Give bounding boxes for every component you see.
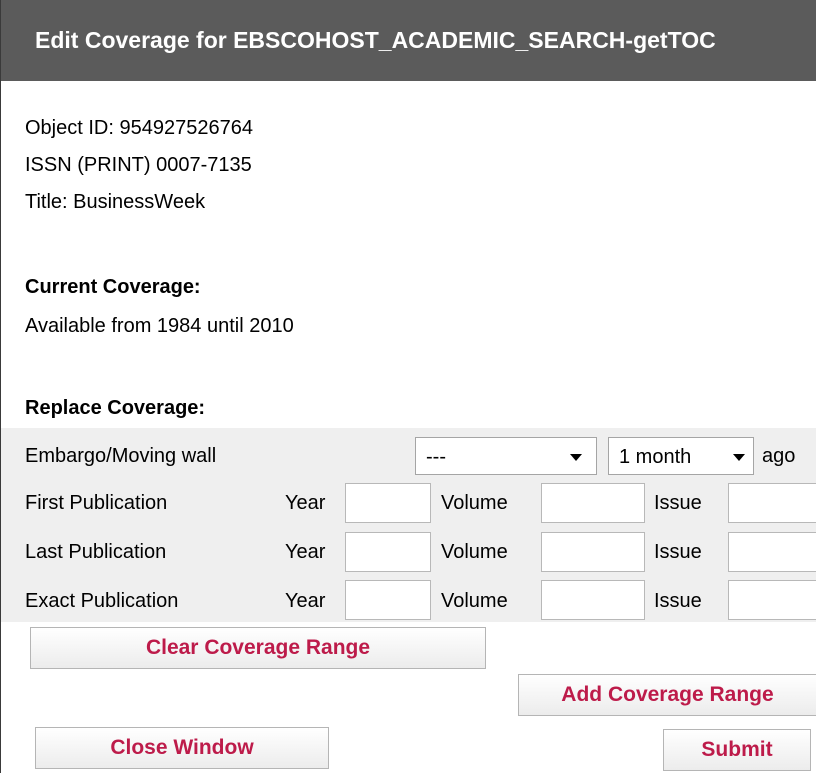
first-volume-input[interactable] — [541, 483, 645, 523]
embargo-suffix: ago — [762, 445, 796, 467]
exact-volume-label: Volume — [441, 590, 508, 612]
window-title-bar: Edit Coverage for EBSCOHOST_ACADEMIC_SEA… — [1, 0, 816, 81]
first-publication-label: First Publication — [25, 492, 168, 514]
embargo-period-select[interactable]: 1 month — [608, 437, 754, 475]
embargo-period-value: 1 month — [619, 446, 692, 468]
embargo-label: Embargo/Moving wall — [25, 445, 217, 467]
replace-coverage-heading: Replace Coverage: — [25, 397, 206, 419]
exact-year-label: Year — [285, 590, 326, 612]
last-volume-label: Volume — [441, 541, 508, 563]
first-issue-label: Issue — [654, 492, 702, 514]
clear-coverage-range-button[interactable]: Clear Coverage Range — [30, 627, 486, 669]
embargo-select-value: --- — [426, 446, 446, 468]
window-title: Edit Coverage for EBSCOHOST_ACADEMIC_SEA… — [35, 27, 716, 53]
last-issue-label: Issue — [654, 541, 702, 563]
first-volume-label: Volume — [441, 492, 508, 514]
exact-publication-label: Exact Publication — [25, 590, 179, 612]
last-publication-label: Last Publication — [25, 541, 167, 563]
current-coverage-text: Available from 1984 until 2010 — [25, 315, 294, 337]
current-coverage-heading: Current Coverage: — [25, 276, 201, 298]
add-coverage-range-button[interactable]: Add Coverage Range — [518, 674, 816, 716]
submit-button[interactable]: Submit — [663, 729, 811, 771]
last-year-label: Year — [285, 541, 326, 563]
last-issue-input[interactable] — [728, 532, 816, 572]
embargo-select[interactable]: --- — [415, 437, 597, 475]
exact-volume-input[interactable] — [541, 580, 645, 620]
title-text: Title: BusinessWeek — [25, 191, 206, 213]
object-id: Object ID: 954927526764 — [25, 117, 253, 139]
window-left-border — [0, 0, 1, 773]
exact-issue-input[interactable] — [728, 580, 816, 620]
issn: ISSN (PRINT) 0007-7135 — [25, 154, 252, 176]
first-issue-input[interactable] — [728, 483, 816, 523]
last-volume-input[interactable] — [541, 532, 645, 572]
close-window-button[interactable]: Close Window — [35, 727, 329, 769]
chevron-down-icon — [733, 454, 745, 461]
chevron-down-icon — [570, 454, 582, 461]
exact-year-input[interactable] — [345, 580, 431, 620]
first-year-label: Year — [285, 492, 326, 514]
first-year-input[interactable] — [345, 483, 431, 523]
last-year-input[interactable] — [345, 532, 431, 572]
exact-issue-label: Issue — [654, 590, 702, 612]
